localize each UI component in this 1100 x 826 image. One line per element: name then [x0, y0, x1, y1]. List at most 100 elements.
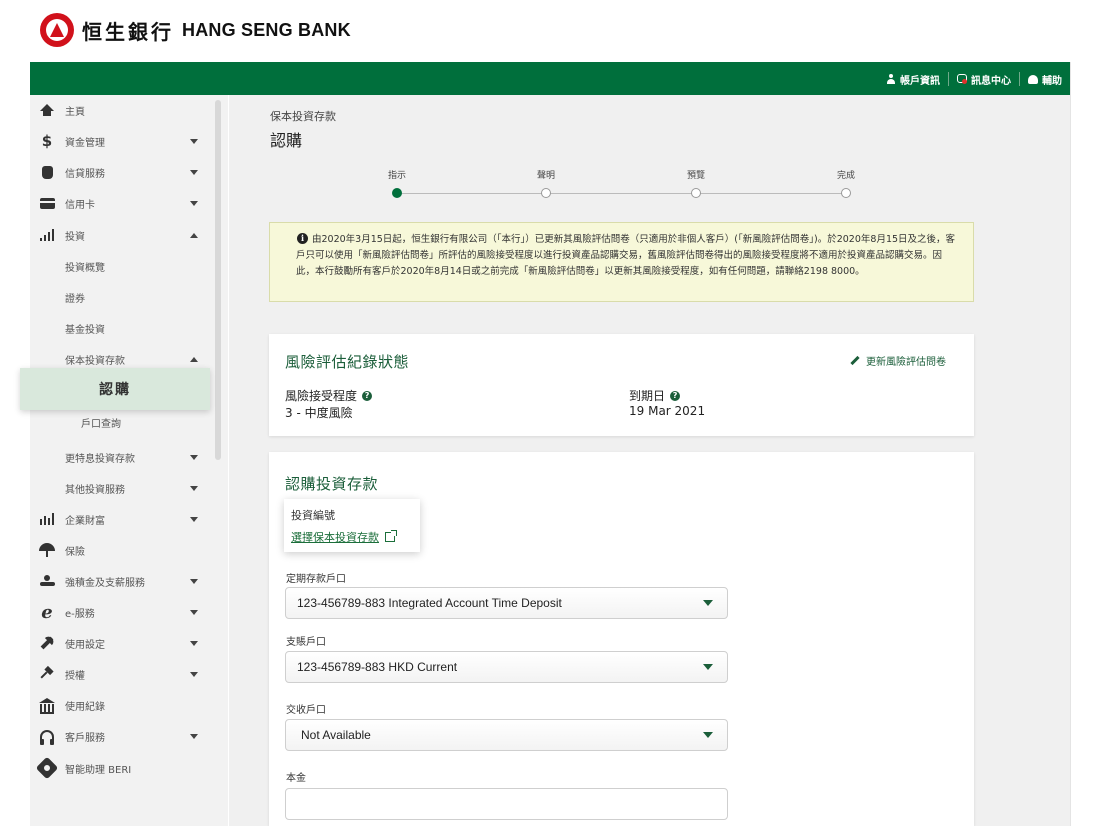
risk-notice: i 由2020年3月15日起，恒生銀行有限公司（「本行」）已更新其風險評估問卷（… — [269, 222, 974, 302]
sidebar-item-label: e-服務 — [65, 608, 95, 620]
sidebar-item-label: 保本投資存款 — [65, 355, 125, 367]
user-icon — [886, 74, 896, 84]
sidebar-item-beri-assistant[interactable]: 智能助理 BERI — [30, 754, 210, 782]
chevron-down-icon — [190, 169, 198, 175]
external-link-icon — [385, 530, 397, 542]
expiry-date-value: 19 Mar 2021 — [629, 404, 706, 418]
sidebar-item-label: 信用卡 — [65, 199, 95, 211]
sidebar-item-subscribe[interactable]: 認購 — [20, 368, 210, 410]
principal-input[interactable] — [285, 788, 728, 820]
time-deposit-account-label: 定期存款戶口 — [286, 574, 346, 585]
sidebar-item-label: 客戶服務 — [65, 732, 105, 744]
sidebar-item-label: 使用紀錄 — [65, 701, 105, 713]
step-label: 指示 — [387, 171, 406, 181]
sidebar-item-label: 投資 — [65, 231, 85, 243]
logo-chinese-name: 恒生銀行 — [82, 19, 174, 44]
sidebar-item-label: 投資概覽 — [65, 262, 105, 274]
update-risk-questionnaire-link[interactable]: 更新風險評估問卷 — [850, 353, 946, 368]
wrench-icon — [38, 634, 56, 652]
step-preview: 預覽 — [666, 168, 726, 198]
home-icon — [38, 101, 56, 119]
chevron-down-icon — [190, 200, 198, 206]
message-icon — [957, 74, 967, 84]
sidebar-item-premium-deposit[interactable]: 更特息投資存款 — [30, 443, 210, 471]
sidebar-item-settings[interactable]: 使用設定 — [30, 629, 210, 657]
step-dot — [841, 188, 851, 198]
sidebar-item-credit-services[interactable]: 信貸服務 — [30, 158, 210, 186]
hand-coin-icon — [38, 572, 56, 590]
sidebar-item-label: 其他投資服務 — [65, 484, 125, 496]
sidebar-item-customer-service[interactable]: 客戶服務 — [30, 722, 210, 750]
account-info-link[interactable]: 帳戶資訊 — [878, 72, 949, 87]
sidebar-item-label: 主頁 — [65, 106, 85, 118]
risk-tolerance-value: 3 - 中度風險 — [285, 406, 353, 420]
sidebar-item-label: 企業財富 — [65, 515, 105, 527]
chevron-up-icon — [190, 232, 198, 238]
chevron-down-icon — [190, 640, 198, 646]
sidebar-item-label: 戶口查詢 — [81, 418, 121, 430]
select-value: 123-456789-883 HKD Current — [297, 660, 458, 674]
chevron-down-icon — [190, 733, 198, 739]
sidebar-item-insurance[interactable]: 保險 — [30, 536, 210, 564]
chevron-up-icon — [190, 356, 198, 362]
sidebar-item-e-services[interactable]: e e-服務 — [30, 598, 210, 626]
step-dot — [541, 188, 551, 198]
hang-seng-logo[interactable]: 恒生銀行 HANG SENG BANK — [40, 13, 351, 47]
notice-text: 由2020年3月15日起，恒生銀行有限公司（「本行」）已更新其風險評估問卷（只適… — [296, 234, 956, 277]
chevron-down-icon — [703, 732, 713, 738]
chevron-down-icon — [190, 138, 198, 144]
sidebar-item-securities[interactable]: 證券 — [30, 285, 210, 309]
headset-icon — [38, 727, 56, 745]
select-deposit-label: 選擇保本投資存款 — [291, 531, 379, 544]
sidebar-item-credit-card[interactable]: 信用卡 — [30, 189, 210, 217]
e-icon: e — [41, 601, 53, 623]
investment-code-label: 投資編號 — [291, 509, 335, 522]
sidebar-item-other-investment[interactable]: 其他投資服務 — [30, 474, 210, 502]
expiry-date-label: 到期日 ? — [629, 387, 681, 404]
top-links: 帳戶資訊 訊息中心 輔助 — [878, 70, 1070, 88]
sidebar-item-usage-log[interactable]: 使用紀錄 — [30, 691, 210, 719]
settlement-account-label: 交收戶口 — [286, 705, 326, 716]
settlement-account-select[interactable]: Not Available — [285, 719, 728, 751]
sidebar-item-investment[interactable]: 投資 — [30, 221, 210, 249]
step-declaration: 聲明 — [516, 168, 576, 198]
select-value: 123-456789-883 Integrated Account Time D… — [297, 596, 562, 610]
time-deposit-account-select[interactable]: 123-456789-883 Integrated Account Time D… — [285, 587, 728, 619]
risk-assessment-card: 風險評估紀錄狀態 更新風險評估問卷 風險接受程度 ? 3 - 中度風險 到期日 … — [269, 334, 974, 436]
hang-seng-logo-icon — [40, 13, 74, 47]
sidebar-item-fund-management[interactable]: $ 資金管理 — [30, 127, 210, 155]
sidebar-item-label: 智能助理 BERI — [65, 764, 132, 776]
sidebar-item-mpf-payroll[interactable]: 強積金及支薪服務 — [30, 567, 210, 595]
sidebar-item-authorization[interactable]: 授權 — [30, 660, 210, 688]
step-complete: 完成 — [816, 168, 876, 198]
sidebar-item-investment-overview[interactable]: 投資概覽 — [30, 254, 210, 278]
info-icon: i — [297, 233, 308, 244]
sidebar-item-home[interactable]: 主頁 — [30, 96, 210, 124]
sidebar-item-label: 使用設定 — [65, 639, 105, 651]
question-icon[interactable]: ? — [362, 390, 373, 401]
chevron-down-icon — [190, 671, 198, 677]
question-icon[interactable]: ? — [670, 390, 681, 401]
help-link[interactable]: 輔助 — [1020, 72, 1070, 87]
sidebar-item-label: 更特息投資存款 — [65, 453, 135, 465]
expiry-date-text: 到期日 — [629, 389, 666, 403]
debit-account-label: 支賬戶口 — [286, 637, 326, 648]
debit-account-select[interactable]: 123-456789-883 HKD Current — [285, 651, 728, 683]
growth-chart-icon — [38, 510, 56, 528]
step-label: 預覽 — [686, 171, 705, 181]
step-label: 完成 — [836, 171, 855, 181]
step-dot-active — [392, 188, 402, 198]
sidebar-item-fund-investment[interactable]: 基金投資 — [30, 316, 210, 340]
select-deposit-link[interactable]: 選擇保本投資存款 — [291, 529, 397, 545]
logo-english-name: HANG SENG BANK — [182, 19, 351, 40]
step-label: 聲明 — [536, 171, 555, 181]
right-edge — [1070, 62, 1100, 826]
risk-card-title: 風險評估紀錄狀態 — [285, 353, 410, 371]
sidebar-item-account-enquiry[interactable]: 戶口查詢 — [30, 410, 210, 434]
sidebar-scrollbar[interactable] — [215, 100, 221, 460]
sidebar-item-label: 強積金及支薪服務 — [65, 577, 145, 589]
message-center-link[interactable]: 訊息中心 — [949, 72, 1020, 87]
sidebar-item-corporate-wealth[interactable]: 企業財富 — [30, 505, 210, 533]
chevron-down-icon — [190, 454, 198, 460]
chevron-down-icon — [190, 485, 198, 491]
